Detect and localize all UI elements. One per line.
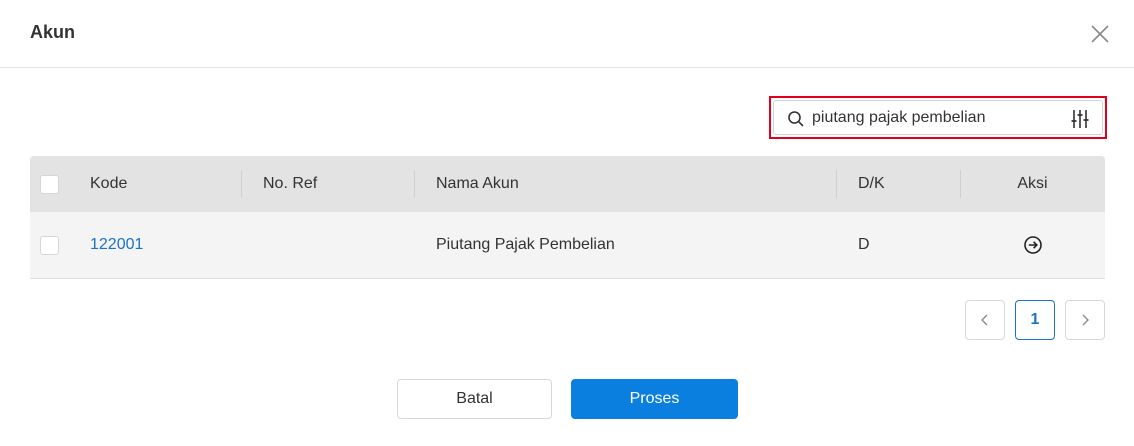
table-header: Kode No. Ref Nama Akun D/K Aksi: [30, 156, 1105, 212]
table-row: 122001 Piutang Pajak Pembelian D: [30, 212, 1105, 279]
accounts-table: Kode No. Ref Nama Akun D/K Aksi 122001 P…: [30, 156, 1105, 279]
chevron-right-icon: [1082, 314, 1089, 326]
column-header-nama[interactable]: Nama Akun: [436, 156, 826, 212]
sliders-icon: [1071, 110, 1089, 128]
row-dk-cell: D: [858, 236, 870, 253]
page-button-current[interactable]: 1: [1015, 300, 1055, 340]
search-highlight: [769, 96, 1107, 139]
row-nama-cell: Piutang Pajak Pembelian: [436, 236, 615, 253]
process-button[interactable]: Proses: [571, 379, 738, 419]
header-checkbox-cell: [40, 156, 70, 212]
row-checkbox[interactable]: [40, 235, 59, 255]
dialog-header: Akun: [0, 0, 1134, 68]
select-all-checkbox[interactable]: [40, 174, 59, 194]
search-icon: [788, 111, 804, 127]
row-aksi-cell: [960, 212, 1105, 278]
arrow-circle-right-icon[interactable]: [1023, 235, 1043, 255]
row-checkbox-cell: [40, 212, 70, 278]
account-dialog: Akun Kode: [0, 0, 1134, 446]
account-code-link[interactable]: 122001: [90, 236, 143, 254]
dialog-title: Akun: [30, 22, 75, 42]
column-header-kode[interactable]: Kode: [90, 156, 240, 212]
column-header-ref[interactable]: No. Ref: [263, 156, 413, 212]
close-button[interactable]: [1088, 22, 1112, 46]
row-kode-cell: 122001: [90, 212, 240, 278]
search-box: [773, 100, 1103, 135]
column-divider: [414, 170, 415, 198]
column-header-aksi: Aksi: [1017, 175, 1048, 192]
cancel-button[interactable]: Batal: [397, 379, 552, 419]
column-header-dk[interactable]: D/K: [858, 156, 958, 212]
column-divider: [241, 170, 242, 198]
search-input[interactable]: [812, 105, 1052, 131]
filter-button[interactable]: [1069, 108, 1091, 130]
column-divider: [836, 170, 837, 198]
prev-page-button[interactable]: [965, 300, 1005, 340]
close-icon: [1091, 25, 1109, 43]
row-ref-cell: [263, 212, 413, 278]
next-page-button[interactable]: [1065, 300, 1105, 340]
chevron-left-icon: [981, 314, 988, 326]
